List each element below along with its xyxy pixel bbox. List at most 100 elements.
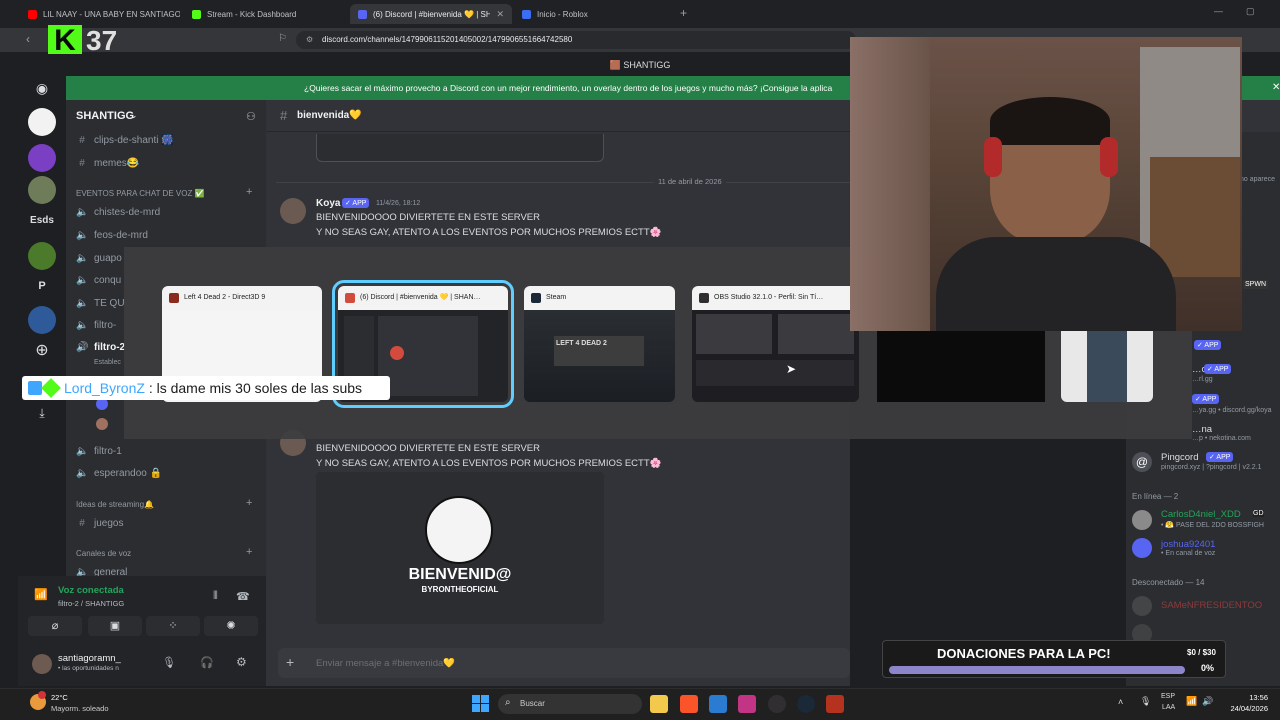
soundboard-button[interactable]: ✺ (204, 616, 258, 636)
at-avatar-icon[interactable]: @ (1132, 452, 1152, 472)
add-channel-icon[interactable]: + (246, 186, 252, 198)
server-esds[interactable]: Esds (26, 215, 58, 226)
microphone-icon[interactable]: 🎙 (162, 656, 176, 669)
instagram-icon[interactable] (738, 695, 756, 713)
voice-channel-locked[interactable]: 🔈 esperandoo 🔒 (76, 468, 162, 479)
weather-temp[interactable]: 22°C (51, 693, 68, 702)
back-arrow-icon[interactable]: ‹ (26, 32, 30, 46)
channel-clips[interactable]: # clips-de-shanti 🎆 (76, 135, 173, 146)
switcher-window-game[interactable] (877, 331, 1045, 402)
discord-avatar-icon[interactable] (1132, 538, 1152, 558)
brave-icon[interactable] (680, 695, 698, 713)
avatar[interactable] (1132, 596, 1152, 616)
server-name[interactable]: SHANTIGG (76, 110, 134, 122)
obs-icon[interactable] (768, 695, 786, 713)
window-title: OBS Studio 32.1.0 - Perfil: Sin Tí… (714, 294, 824, 301)
voice-connected-sub[interactable]: filtro-2 / SHANTIGG (58, 599, 124, 608)
add-server-icon[interactable]: ⊕ (28, 340, 56, 360)
kick-counter-overlay: K 37 (48, 24, 138, 58)
disconnect-icon[interactable]: ☎ (236, 590, 250, 603)
add-channel-icon[interactable]: + (246, 497, 252, 509)
volume-icon[interactable]: 🔊 (1202, 696, 1213, 707)
voice-channel[interactable]: 🔈 feos-de-mrd (76, 230, 148, 241)
voice-channel[interactable]: 🔈 conqu (76, 275, 121, 286)
window-preview: LEFT 4 DEAD 2 (524, 310, 675, 402)
avatar[interactable] (1132, 510, 1152, 530)
voice-channel[interactable]: 🔈 filtro- (76, 320, 116, 331)
close-banner-icon[interactable]: ✕ (1272, 82, 1280, 93)
channel-juegos[interactable]: # juegos (76, 518, 123, 529)
browser-tab-discord[interactable]: (6) Discord | #bienvenida 💛 | SHAN ✕ (350, 4, 512, 24)
message-author[interactable]: Koya (316, 198, 340, 209)
avatar[interactable] (280, 198, 306, 224)
url-input[interactable]: discord.com/channels/1479906115201405002… (296, 31, 856, 49)
window-title: Steam (546, 294, 567, 301)
member-name[interactable]: CarlosD4niel_XDD (1161, 509, 1241, 520)
noise-suppression-icon[interactable]: ⦀ (213, 590, 218, 603)
add-channel-icon[interactable]: + (246, 546, 252, 558)
steam-icon[interactable] (797, 695, 815, 713)
browser-tab-kick[interactable]: Stream - Kick Dashboard (184, 4, 346, 24)
server-icon[interactable] (28, 108, 56, 136)
hash-icon: # (79, 158, 85, 169)
message-input[interactable]: Enviar mensaje a #bienvenida💛 (316, 658, 455, 669)
maximize-icon[interactable]: ▢ (1246, 6, 1255, 17)
l4d2-icon[interactable] (826, 695, 844, 713)
category-streaming[interactable]: Ideas de streaming🔔 (76, 500, 154, 509)
chevron-up-icon[interactable]: ˄ (1118, 697, 1123, 707)
headphones-icon[interactable]: 🎧 (200, 656, 214, 669)
discord-home-icon[interactable]: ◉ (30, 80, 54, 98)
member-name[interactable]: …na (1192, 424, 1212, 435)
search-placeholder[interactable]: Buscar (520, 699, 545, 708)
chevron-down-icon[interactable]: ⌄ (130, 110, 138, 121)
voice-channel[interactable]: 🔈 TE QU (76, 298, 125, 309)
wifi-icon[interactable]: 📶 (1186, 696, 1197, 707)
switcher-window-obs[interactable]: OBS Studio 32.1.0 - Perfil: Sin Tí… (692, 286, 859, 402)
switcher-window-steam[interactable]: Steam LEFT 4 DEAD 2 (524, 286, 675, 402)
server-icon[interactable] (28, 306, 56, 334)
member-name[interactable]: SAMeNFRESIDENTOO (1161, 600, 1262, 611)
l4d2-icon (169, 293, 179, 303)
category-voice-events[interactable]: EVENTOS PARA CHAT DE VOZ ✅ (76, 189, 205, 198)
server-icon[interactable] (28, 176, 56, 204)
new-tab-icon[interactable]: + (680, 6, 687, 20)
windows-start-icon[interactable] (472, 695, 489, 712)
bookmark-icon[interactable]: ⚐ (278, 33, 287, 44)
server-p[interactable]: P (26, 280, 58, 292)
file-explorer-icon[interactable] (650, 695, 668, 713)
activities-button[interactable]: ⁘ (146, 616, 200, 636)
voice-channel-active[interactable]: 🔊 filtro-2 (76, 342, 125, 353)
voice-user-avatar[interactable] (96, 418, 108, 430)
channel-memes[interactable]: # memes😂 (76, 158, 139, 169)
avatar[interactable] (32, 654, 52, 674)
gear-icon[interactable]: ⚙ (236, 655, 247, 669)
voice-channel[interactable]: 🔈 filtro-1 (76, 446, 122, 457)
add-attachment-icon[interactable]: + (286, 654, 294, 670)
add-member-icon[interactable]: ⚇ (246, 110, 256, 123)
download-icon[interactable]: ⤓ (28, 406, 56, 421)
language-top[interactable]: ESP (1161, 693, 1175, 700)
screen-share-button[interactable]: ▣ (88, 616, 142, 636)
speaker-icon: 🔈 (76, 320, 89, 331)
server-icon[interactable] (28, 242, 56, 270)
voice-channel[interactable]: 🔈 guapo (76, 253, 122, 264)
brave-icon (345, 293, 355, 303)
voice-connected-title[interactable]: Voz conectada (58, 585, 124, 596)
member-name[interactable]: Pingcord (1161, 452, 1199, 463)
network-app-icon[interactable] (709, 695, 727, 713)
minimize-icon[interactable]: — (1214, 6, 1223, 16)
username[interactable]: santiagoramn_ (58, 653, 121, 664)
voice-channel[interactable]: 🔈 chistes-de-mrd (76, 207, 160, 218)
category-voice-channels[interactable]: Canales de voz (76, 549, 131, 558)
server-icon[interactable] (28, 144, 56, 172)
site-info-icon[interactable]: ⚙ (306, 35, 313, 44)
microphone-icon[interactable]: 🎙 (1140, 696, 1151, 707)
member-name[interactable]: joshua92401 (1161, 539, 1215, 550)
notification-dot (38, 691, 46, 699)
close-tab-icon[interactable]: ✕ (496, 9, 504, 20)
clock-time[interactable]: 13:56 (1220, 693, 1268, 702)
camera-off-button[interactable]: ⌀ (28, 616, 82, 636)
switcher-window-browser[interactable] (1061, 331, 1153, 402)
browser-tab-roblox[interactable]: Inicio - Roblox (514, 4, 676, 24)
browser-tab-youtube[interactable]: LIL NAAY - UNA BABY EN SANTIAGO (20, 4, 180, 24)
